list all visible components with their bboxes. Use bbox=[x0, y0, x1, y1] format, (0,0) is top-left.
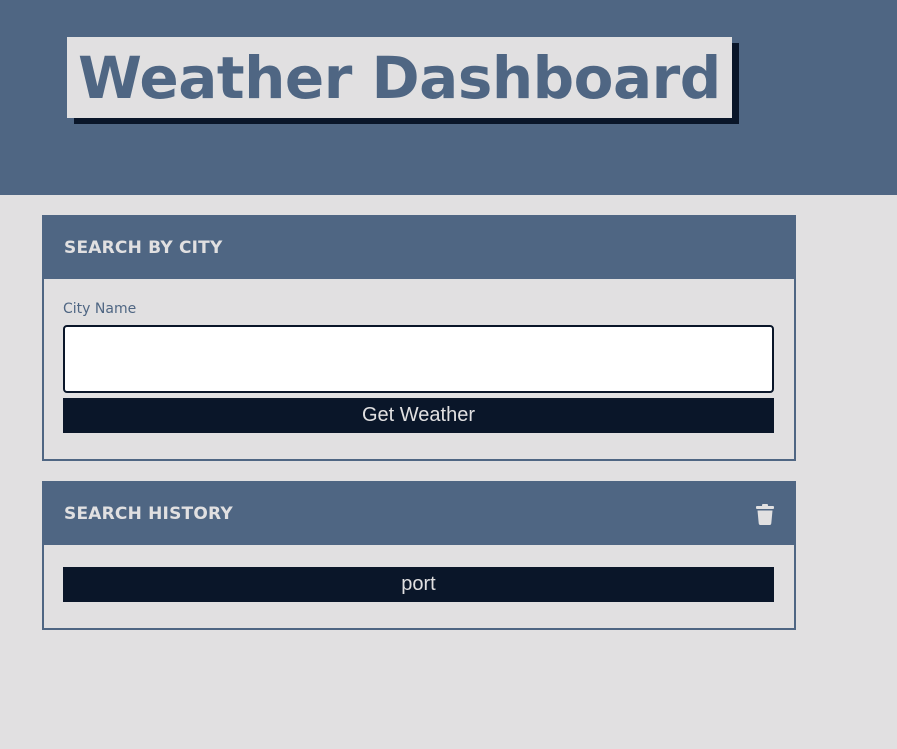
title-banner: Weather Dashboard bbox=[67, 37, 732, 118]
history-list: port bbox=[44, 545, 794, 602]
history-card-title: SEARCH HISTORY bbox=[64, 504, 233, 524]
city-name-input[interactable] bbox=[63, 325, 774, 393]
search-card: SEARCH BY CITY City Name Get Weather bbox=[42, 215, 796, 461]
search-card-header: SEARCH BY CITY bbox=[44, 217, 794, 279]
search-card-title: SEARCH BY CITY bbox=[64, 238, 223, 258]
history-item-button[interactable]: port bbox=[63, 567, 774, 602]
city-name-label: City Name bbox=[63, 301, 137, 317]
history-card-header: SEARCH HISTORY bbox=[44, 483, 794, 545]
page-title: Weather Dashboard bbox=[78, 43, 721, 112]
history-card: SEARCH HISTORY port bbox=[42, 481, 796, 630]
search-card-body: City Name Get Weather bbox=[44, 279, 794, 433]
get-weather-button[interactable]: Get Weather bbox=[63, 398, 774, 433]
page-header: Weather Dashboard bbox=[0, 0, 897, 195]
trash-icon[interactable] bbox=[756, 503, 774, 525]
